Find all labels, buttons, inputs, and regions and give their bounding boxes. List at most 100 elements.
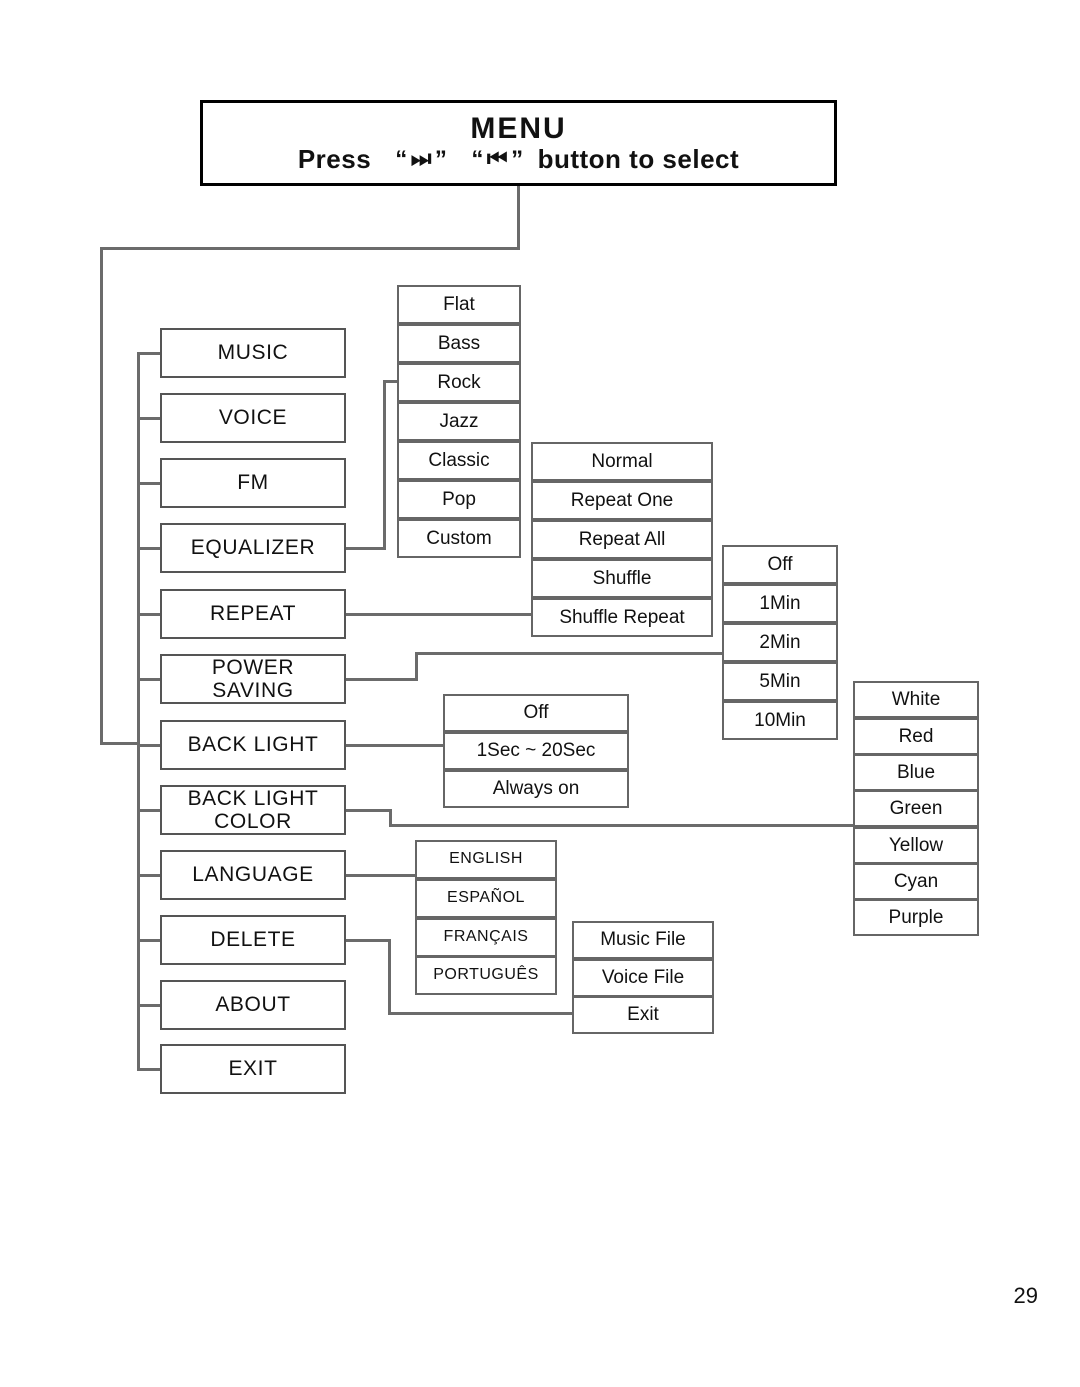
quote-close-next: ” bbox=[434, 146, 448, 174]
language-option-francais[interactable]: FRANÇAIS bbox=[415, 918, 557, 957]
menu-item-label: EQUALIZER bbox=[190, 535, 316, 559]
menu-item-delete[interactable]: DELETE bbox=[160, 915, 346, 965]
connector-stub-back-light bbox=[137, 744, 162, 747]
option-label: 5Min bbox=[759, 670, 801, 692]
menu-item-label: BACK LIGHT bbox=[187, 732, 319, 756]
back-light-color-option-red[interactable]: Red bbox=[853, 718, 979, 755]
option-label: Music File bbox=[600, 929, 686, 951]
power-saving-option-1min[interactable]: 1Min bbox=[722, 584, 838, 623]
menu-item-exit[interactable]: EXIT bbox=[160, 1044, 346, 1094]
option-label: Jazz bbox=[439, 410, 479, 432]
connector-delete-out bbox=[344, 939, 391, 942]
equalizer-option-classic[interactable]: Classic bbox=[397, 441, 521, 480]
back-light-color-option-green[interactable]: Green bbox=[853, 790, 979, 827]
connector-stub-about bbox=[137, 1004, 162, 1007]
power-saving-option-10min[interactable]: 10Min bbox=[722, 701, 838, 740]
equalizer-option-jazz[interactable]: Jazz bbox=[397, 402, 521, 441]
back-light-option-1sec-20sec[interactable]: 1Sec ~ 20Sec bbox=[443, 732, 629, 770]
menu-item-back-light[interactable]: BACK LIGHT bbox=[160, 720, 346, 770]
connector-equalizer-riser bbox=[383, 380, 386, 550]
menu-item-label: REPEAT bbox=[209, 601, 297, 625]
menu-item-label: LANGUAGE bbox=[192, 862, 314, 886]
connector-stub-equalizer bbox=[137, 547, 162, 550]
back-light-color-option-white[interactable]: White bbox=[853, 681, 979, 718]
language-option-espanol[interactable]: ESPAÑOL bbox=[415, 879, 557, 918]
menu-diagram-page: MENU Press “ ⏭ ” “ ⏮ ” button to select … bbox=[0, 0, 1080, 1387]
option-label: 1Min bbox=[759, 592, 801, 614]
connector-stub-fm bbox=[137, 482, 162, 485]
menu-item-fm[interactable]: FM bbox=[160, 458, 346, 508]
back-light-option-always-on[interactable]: Always on bbox=[443, 770, 629, 808]
previous-track-icon: ⏮ bbox=[486, 145, 509, 172]
connector-language-to-list bbox=[344, 874, 420, 877]
delete-option-exit[interactable]: Exit bbox=[572, 996, 714, 1034]
option-label: Shuffle bbox=[592, 567, 652, 589]
quote-open-prev: “ bbox=[471, 146, 484, 174]
connector-stub-exit bbox=[137, 1068, 162, 1071]
option-label: Pop bbox=[442, 488, 476, 510]
delete-option-voice-file[interactable]: Voice File bbox=[572, 959, 714, 997]
connector-stub-repeat bbox=[137, 613, 162, 616]
menu-item-label: DELETE bbox=[210, 927, 296, 951]
back-light-color-option-blue[interactable]: Blue bbox=[853, 754, 979, 791]
option-label: Custom bbox=[426, 527, 492, 549]
menu-item-power-saving[interactable]: POWER SAVING bbox=[160, 654, 346, 704]
equalizer-option-pop[interactable]: Pop bbox=[397, 480, 521, 519]
repeat-option-shuffle[interactable]: Shuffle bbox=[531, 559, 713, 598]
option-label: Off bbox=[767, 553, 793, 575]
connector-power-in bbox=[415, 652, 727, 655]
menu-item-repeat[interactable]: REPEAT bbox=[160, 589, 346, 639]
power-saving-option-off[interactable]: Off bbox=[722, 545, 838, 584]
equalizer-option-bass[interactable]: Bass bbox=[397, 324, 521, 363]
menu-item-back-light-color[interactable]: BACK LIGHT COLOR bbox=[160, 785, 346, 835]
option-label: Blue bbox=[896, 761, 936, 783]
option-label: Always on bbox=[492, 778, 580, 800]
quote-open-next: “ bbox=[395, 146, 408, 174]
connector-power-out bbox=[344, 678, 418, 681]
connector-header-across bbox=[100, 247, 520, 250]
back-light-color-option-cyan[interactable]: Cyan bbox=[853, 863, 979, 900]
back-light-option-off[interactable]: Off bbox=[443, 694, 629, 732]
menu-item-label-line2: COLOR bbox=[214, 810, 292, 833]
power-saving-option-2min[interactable]: 2Min bbox=[722, 623, 838, 662]
equalizer-option-custom[interactable]: Custom bbox=[397, 519, 521, 558]
connector-menu-trunk bbox=[137, 352, 140, 1068]
equalizer-option-rock[interactable]: Rock bbox=[397, 363, 521, 402]
menu-item-about[interactable]: ABOUT bbox=[160, 980, 346, 1030]
menu-item-voice[interactable]: VOICE bbox=[160, 393, 346, 443]
menu-item-equalizer[interactable]: EQUALIZER bbox=[160, 523, 346, 573]
quote-close-prev: ” bbox=[511, 146, 524, 174]
connector-stub-power-saving bbox=[137, 678, 162, 681]
language-option-english[interactable]: ENGLISH bbox=[415, 840, 557, 879]
repeat-option-repeat-one[interactable]: Repeat One bbox=[531, 481, 713, 520]
option-label: Shuffle Repeat bbox=[559, 606, 685, 628]
option-label: Bass bbox=[437, 332, 481, 354]
connector-power-riser bbox=[415, 652, 418, 681]
page-number: 29 bbox=[1013, 1283, 1038, 1308]
connector-header-trunk-down bbox=[100, 247, 103, 745]
language-option-portugues[interactable]: PORTUGUÊS bbox=[415, 956, 557, 995]
option-label: ENGLISH bbox=[449, 850, 523, 868]
menu-item-label-line1: BACK LIGHT bbox=[187, 786, 319, 810]
option-label: Purple bbox=[888, 906, 944, 928]
back-light-color-option-purple[interactable]: Purple bbox=[853, 899, 979, 936]
menu-item-language[interactable]: LANGUAGE bbox=[160, 850, 346, 900]
delete-option-music-file[interactable]: Music File bbox=[572, 921, 714, 959]
option-label: Voice File bbox=[601, 967, 685, 989]
connector-equalizer-out bbox=[344, 547, 386, 550]
option-label: Off bbox=[523, 702, 549, 724]
connector-stub-delete bbox=[137, 939, 162, 942]
option-label: Red bbox=[898, 725, 934, 747]
menu-item-music[interactable]: MUSIC bbox=[160, 328, 346, 378]
repeat-option-normal[interactable]: Normal bbox=[531, 442, 713, 481]
option-label: Normal bbox=[591, 450, 653, 472]
power-saving-option-5min[interactable]: 5Min bbox=[722, 662, 838, 701]
repeat-option-shuffle-repeat[interactable]: Shuffle Repeat bbox=[531, 598, 713, 637]
option-label: 10Min bbox=[754, 709, 806, 731]
back-light-color-option-yellow[interactable]: Yellow bbox=[853, 827, 979, 864]
menu-item-label: FM bbox=[237, 470, 269, 494]
option-label: PORTUGUÊS bbox=[433, 966, 539, 984]
equalizer-option-flat[interactable]: Flat bbox=[397, 285, 521, 324]
repeat-option-repeat-all[interactable]: Repeat All bbox=[531, 520, 713, 559]
connector-header-down bbox=[517, 186, 520, 250]
